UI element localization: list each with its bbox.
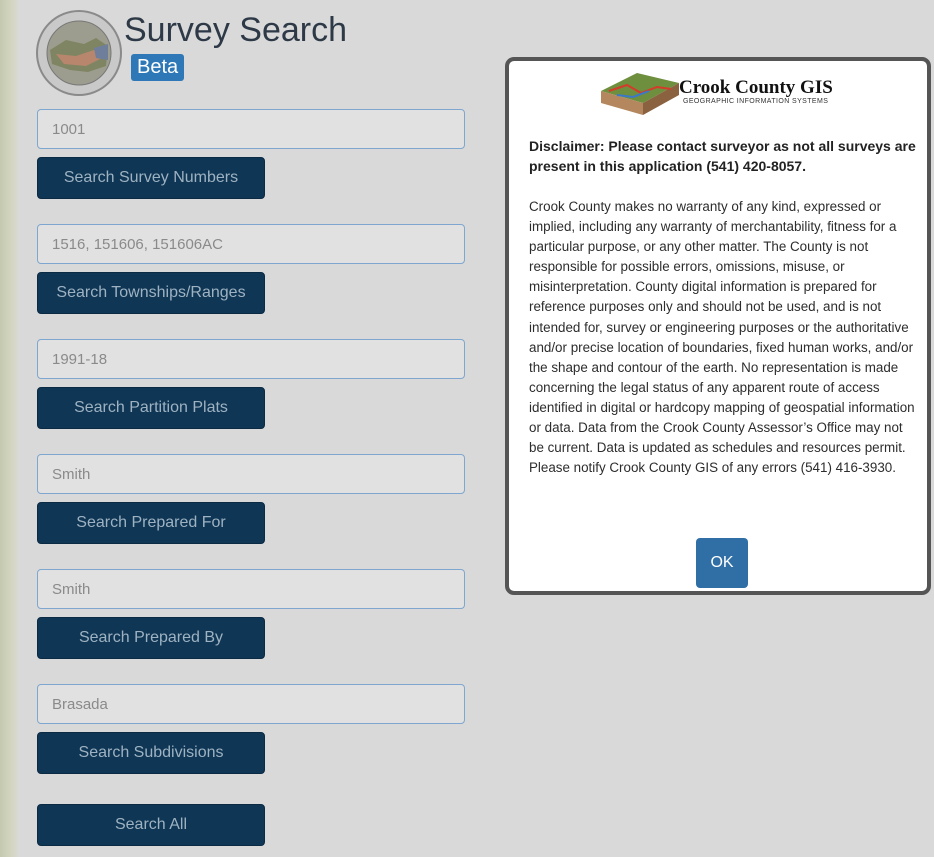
ok-button[interactable]: OK: [696, 538, 748, 588]
org-subtitle: GEOGRAPHIC INFORMATION SYSTEMS: [683, 98, 829, 105]
org-name: Crook County GIS: [679, 77, 833, 98]
modal-backdrop: Crook County GIS GEOGRAPHIC INFORMATION …: [0, 0, 934, 857]
disclaimer-body: Crook County makes no warranty of any ki…: [529, 199, 915, 476]
disclaimer-heading: Disclaimer: Please contact surveyor as n…: [529, 138, 916, 174]
disclaimer-dialog: Crook County GIS GEOGRAPHIC INFORMATION …: [505, 57, 931, 595]
